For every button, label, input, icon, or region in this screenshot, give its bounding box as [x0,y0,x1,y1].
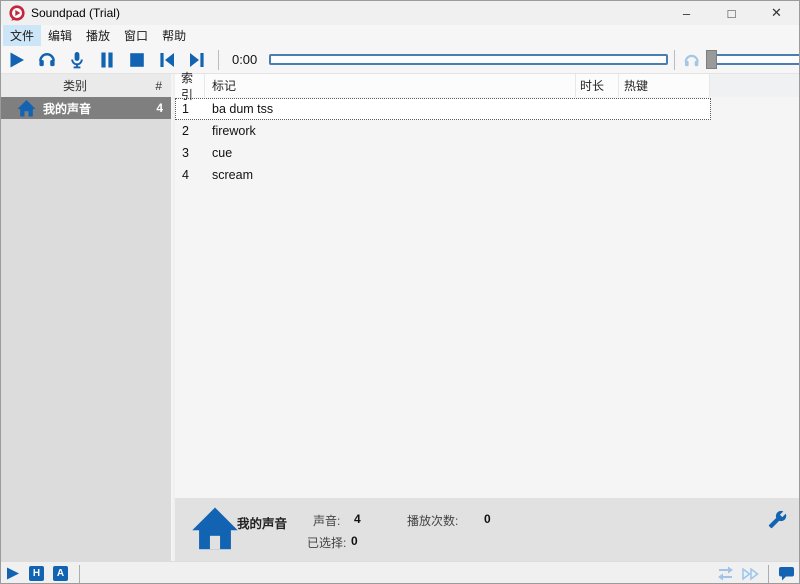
play-icon [8,51,26,69]
play-count-value: 0 [484,512,491,526]
column-header-label[interactable]: 标记 [205,74,576,97]
sounds-count-value: 4 [354,512,361,526]
selected-count-label: 已选择: [307,534,346,551]
category-info-panel: 我的声音 声音: 4 播放次数: 0 已选择: 0 [175,498,800,561]
sounds-count-label: 声音: [313,512,340,529]
play-button[interactable] [8,51,26,69]
row-label: scream [205,168,253,182]
repeat-icon [715,565,736,582]
column-header-hotkey[interactable]: 热键 [619,74,710,97]
window-title: Soundpad (Trial) [31,6,120,20]
stop-icon [128,51,146,69]
selected-count-value: 0 [351,534,358,548]
status-play-icon [6,567,20,580]
microphone-icon [68,51,86,69]
wrench-icon [768,510,787,529]
volume-track [706,54,800,65]
sidebar-column-category[interactable]: 类别 [1,77,149,94]
maximize-button[interactable]: □ [709,1,754,25]
repeat-toggle[interactable] [715,565,736,582]
sidebar-header[interactable]: 类别 # [1,74,171,97]
menu-window[interactable]: 窗口 [117,25,155,46]
play-through-headphones-button[interactable] [38,51,56,69]
statusbar-separator [768,565,769,583]
row-label: firework [205,124,256,138]
row-index: 1 [176,102,205,116]
sidebar-column-count[interactable]: # [149,79,171,93]
playback-toolbar: 0:00 [1,46,799,74]
toolbar-separator [674,50,675,70]
hotkeys-toggle[interactable]: H [29,566,44,581]
toolbar-separator [218,50,219,70]
table-row[interactable]: 1 ba dum tss [175,98,711,120]
row-label: ba dum tss [205,102,273,116]
row-label: cue [205,146,232,160]
sidebar-item-count: 4 [156,101,163,115]
status-bar: H A [1,561,799,584]
previous-icon [158,51,176,69]
menu-edit[interactable]: 编辑 [41,25,79,46]
menu-play[interactable]: 播放 [79,25,117,46]
seek-bar[interactable] [269,54,668,65]
sidebar-item-my-sounds[interactable]: 我的声音 4 [1,97,171,119]
playback-time: 0:00 [232,52,260,67]
row-index: 4 [176,168,205,182]
pause-icon [98,51,116,69]
titlebar[interactable]: Soundpad (Trial) – □ ✕ [1,1,799,25]
fast-forward-icon [741,566,760,582]
soundpad-logo-icon [9,5,25,21]
pause-button[interactable] [98,51,116,69]
autoplay-toggle[interactable]: A [53,566,68,581]
menu-bar: 文件 编辑 播放 窗口 帮助 [1,25,799,46]
menu-help[interactable]: 帮助 [155,25,193,46]
speech-bubble-icon [778,566,795,581]
play-through-microphone-button[interactable] [68,51,86,69]
play-count-label: 播放次数: [407,512,458,529]
table-row[interactable]: 2 firework [175,120,711,142]
table-row[interactable]: 3 cue [175,142,711,164]
sound-list: 索引 标记 时长 热键 1 ba dum tss 2 firework 3 cu… [175,74,800,498]
next-button[interactable] [188,51,206,69]
volume-thumb[interactable] [706,50,717,69]
headphones-icon [38,50,56,69]
settings-wrench-button[interactable] [768,510,787,529]
column-header-duration[interactable]: 时长 [576,74,619,97]
feedback-button[interactable] [778,566,795,581]
volume-headphones-icon [683,51,700,69]
row-index: 3 [176,146,205,160]
autoplay-next-toggle[interactable] [741,566,760,582]
column-header-index[interactable]: 索引 [175,74,205,97]
volume-slider[interactable] [706,50,799,69]
sidebar-item-label: 我的声音 [43,100,91,117]
info-category-name: 我的声音 [237,513,287,532]
previous-button[interactable] [158,51,176,69]
next-icon [188,51,206,69]
menu-file[interactable]: 文件 [3,25,41,46]
table-row[interactable]: 4 scream [175,164,711,186]
soundpad-window: Soundpad (Trial) – □ ✕ 文件 编辑 播放 窗口 帮助 [0,0,800,584]
close-button[interactable]: ✕ [754,1,799,25]
stop-button[interactable] [128,51,146,69]
category-sidebar: 类别 # 我的声音 4 [1,74,173,561]
row-index: 2 [176,124,205,138]
home-icon [17,99,36,118]
sound-rows: 1 ba dum tss 2 firework 3 cue 4 scream [175,97,800,186]
home-icon [191,505,239,553]
column-header-filler [710,74,800,97]
sound-list-header: 索引 标记 时长 热键 [175,74,800,97]
statusbar-separator [79,565,80,583]
minimize-button[interactable]: – [664,1,709,25]
